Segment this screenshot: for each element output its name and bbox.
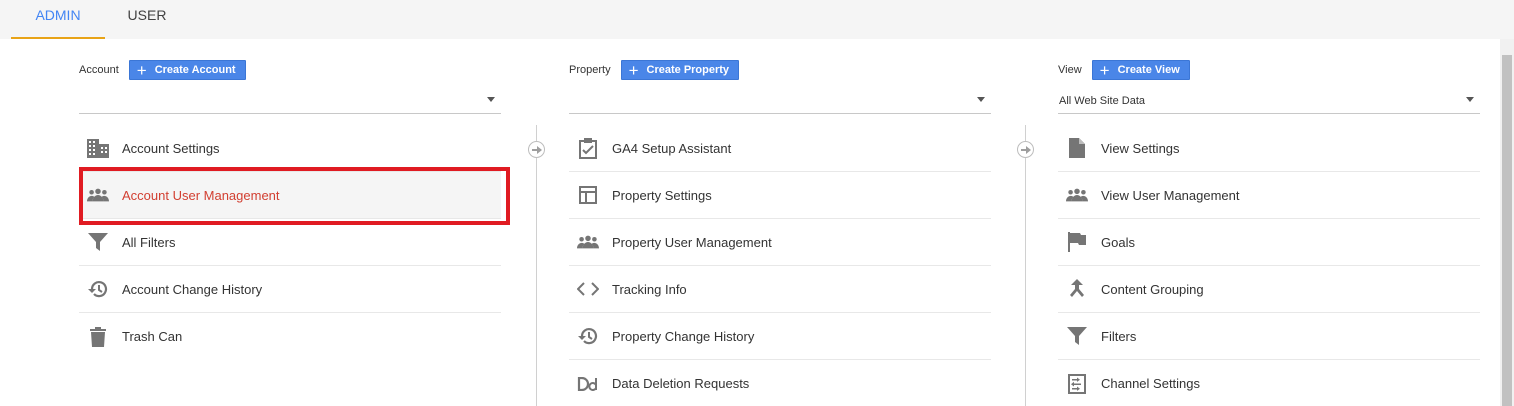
menu-item-trash-can[interactable]: Trash Can xyxy=(79,313,501,360)
property-header: Property + Create Property xyxy=(569,60,740,80)
menu-item-channel-settings[interactable]: Channel Settings xyxy=(1058,360,1480,406)
channel-icon xyxy=(1066,373,1088,395)
menu-item-label: GA4 Setup Assistant xyxy=(612,140,732,156)
scrollbar[interactable] xyxy=(1500,39,1514,406)
view-label: View xyxy=(1058,64,1082,76)
plus-icon: + xyxy=(628,60,639,80)
column-divider xyxy=(1025,125,1026,406)
account-label: Account xyxy=(79,64,119,76)
menu-item-label: Content Grouping xyxy=(1101,281,1204,297)
tab-bar: ADMIN USER xyxy=(0,0,1514,39)
merge-icon xyxy=(1066,278,1088,300)
property-selector[interactable] xyxy=(569,91,991,114)
menu-item-ga4-setup-assistant[interactable]: GA4 Setup Assistant xyxy=(569,125,991,172)
people-icon xyxy=(87,184,109,206)
account-selector[interactable] xyxy=(79,91,501,114)
plus-icon: + xyxy=(136,60,147,80)
plus-icon: + xyxy=(1099,60,1110,80)
layout-icon xyxy=(577,184,599,206)
create-property-button[interactable]: + Create Property xyxy=(620,60,740,80)
view-menu: View Settings View User Management Goals… xyxy=(1058,125,1480,406)
menu-item-view-settings[interactable]: View Settings xyxy=(1058,125,1480,172)
menu-item-property-settings[interactable]: Property Settings xyxy=(569,172,991,219)
menu-item-label: Account Change History xyxy=(122,281,263,297)
menu-item-label: Account User Management xyxy=(122,187,280,203)
trash-icon xyxy=(87,326,109,348)
menu-item-label: Account Settings xyxy=(122,140,220,156)
menu-item-account-change-history[interactable]: Account Change History xyxy=(79,266,501,313)
menu-item-account-user-management[interactable]: Account User Management xyxy=(79,172,501,219)
menu-item-label: Channel Settings xyxy=(1101,376,1201,391)
menu-item-goals[interactable]: Goals xyxy=(1058,219,1480,266)
property-menu: GA4 Setup Assistant Property Settings Pr… xyxy=(569,125,991,406)
dropdown-caret-icon xyxy=(977,97,985,102)
people-icon xyxy=(577,231,599,253)
scrollbar-thumb[interactable] xyxy=(1502,55,1512,406)
menu-item-filters[interactable]: Filters xyxy=(1058,313,1480,360)
create-account-label: Create Account xyxy=(154,64,236,76)
menu-item-property-user-management[interactable]: Property User Management xyxy=(569,219,991,266)
menu-item-content-grouping[interactable]: Content Grouping xyxy=(1058,266,1480,313)
admin-panel: Account + Create Account Account Setting… xyxy=(0,39,1500,406)
menu-item-label: View Settings xyxy=(1101,140,1180,156)
clipboard-check-icon xyxy=(577,137,599,159)
dropdown-caret-icon xyxy=(487,97,495,102)
filter-icon xyxy=(87,231,109,253)
menu-item-tracking-info[interactable]: Tracking Info xyxy=(569,266,991,313)
dd-icon xyxy=(577,373,599,395)
column-divider xyxy=(536,125,537,406)
menu-item-label: Goals xyxy=(1101,234,1135,250)
tab-user[interactable]: USER xyxy=(105,0,189,39)
history-icon xyxy=(87,278,109,300)
view-selector-value: All Web Site Data xyxy=(1059,95,1146,107)
tab-admin[interactable]: ADMIN xyxy=(11,0,105,39)
menu-item-label: All Filters xyxy=(122,234,176,250)
building-icon xyxy=(87,137,109,159)
view-selector[interactable]: All Web Site Data xyxy=(1058,91,1480,114)
code-icon xyxy=(577,278,599,300)
menu-item-label: Data Deletion Requests xyxy=(612,376,750,391)
history-icon xyxy=(577,325,599,347)
arrow-right-circle-icon xyxy=(528,141,545,158)
menu-item-label: Trash Can xyxy=(122,329,183,344)
filter-icon xyxy=(1066,325,1088,347)
arrow-right-circle-icon xyxy=(1017,141,1034,158)
property-label: Property xyxy=(569,64,611,76)
menu-item-property-change-history[interactable]: Property Change History xyxy=(569,313,991,360)
menu-item-label: Property Settings xyxy=(612,187,712,203)
document-icon xyxy=(1066,137,1088,159)
menu-item-account-settings[interactable]: Account Settings xyxy=(79,125,501,172)
account-menu: Account Settings Account User Management… xyxy=(79,125,501,360)
create-view-button[interactable]: + Create View xyxy=(1091,60,1190,80)
account-header: Account + Create Account xyxy=(79,60,246,80)
menu-item-label: Tracking Info xyxy=(612,281,687,297)
menu-item-view-user-management[interactable]: View User Management xyxy=(1058,172,1480,219)
menu-item-all-filters[interactable]: All Filters xyxy=(79,219,501,266)
menu-item-label: Property Change History xyxy=(612,328,755,344)
people-icon xyxy=(1066,184,1088,206)
menu-item-data-deletion-requests[interactable]: Data Deletion Requests xyxy=(569,360,991,406)
dropdown-caret-icon xyxy=(1466,97,1474,102)
flag-icon xyxy=(1066,231,1088,253)
create-view-label: Create View xyxy=(1117,64,1180,76)
create-property-label: Create Property xyxy=(646,64,730,76)
create-account-button[interactable]: + Create Account xyxy=(128,60,246,80)
view-header: View + Create View xyxy=(1058,60,1190,80)
menu-item-label: View User Management xyxy=(1101,187,1240,203)
menu-item-label: Property User Management xyxy=(612,234,772,250)
menu-item-label: Filters xyxy=(1101,328,1137,344)
